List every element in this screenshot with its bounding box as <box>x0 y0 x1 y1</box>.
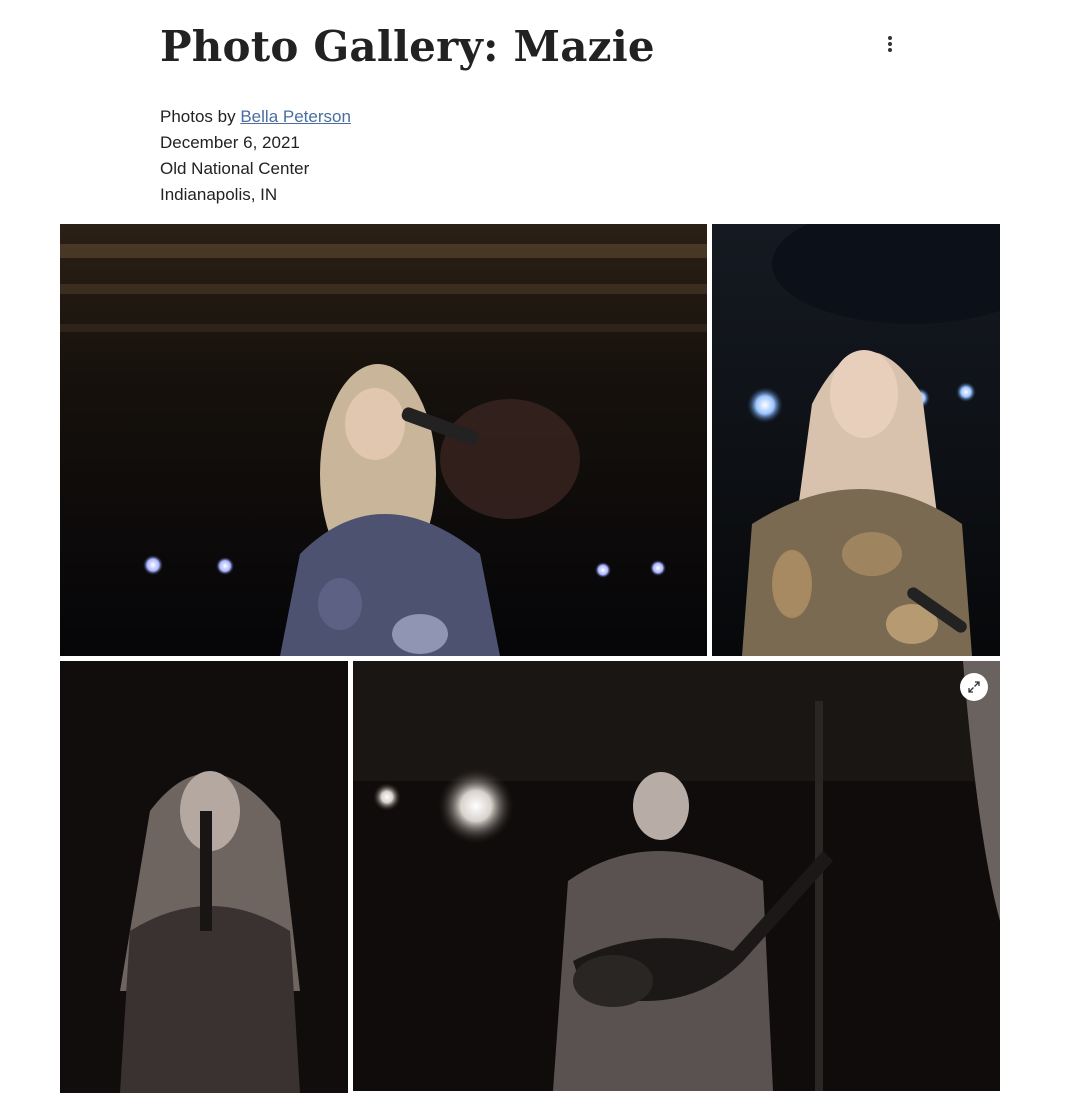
photo-4-image <box>353 661 1000 1091</box>
photo-2-image <box>712 224 1000 656</box>
gallery-photo-4[interactable] <box>353 661 1000 1091</box>
credit-prefix: Photos by <box>160 107 236 126</box>
more-vertical-icon <box>888 36 892 40</box>
page-title: Photo Gallery: Mazie <box>160 22 655 71</box>
photographer-link[interactable]: Bella Peterson <box>240 107 351 126</box>
gallery-photo-3[interactable] <box>60 661 348 1093</box>
expand-icon <box>968 681 980 693</box>
event-location: Indianapolis, IN <box>160 185 278 204</box>
gallery-photo-2[interactable] <box>712 224 1000 656</box>
gallery-meta: Photos by Bella Peterson December 6, 202… <box>160 104 351 208</box>
more-vertical-icon-dot <box>888 48 892 52</box>
page-header: Photo Gallery: Mazie <box>160 22 920 72</box>
event-venue: Old National Center <box>160 159 310 178</box>
more-options-button[interactable] <box>880 32 900 56</box>
photo-3-image <box>60 661 348 1093</box>
more-vertical-icon-dot <box>888 42 892 46</box>
gallery-photo-1[interactable] <box>60 224 707 656</box>
expand-photo-button[interactable] <box>960 673 988 701</box>
credit-line: Photos by Bella Peterson <box>160 104 351 130</box>
event-date: December 6, 2021 <box>160 133 300 152</box>
photo-1-image <box>60 224 707 656</box>
